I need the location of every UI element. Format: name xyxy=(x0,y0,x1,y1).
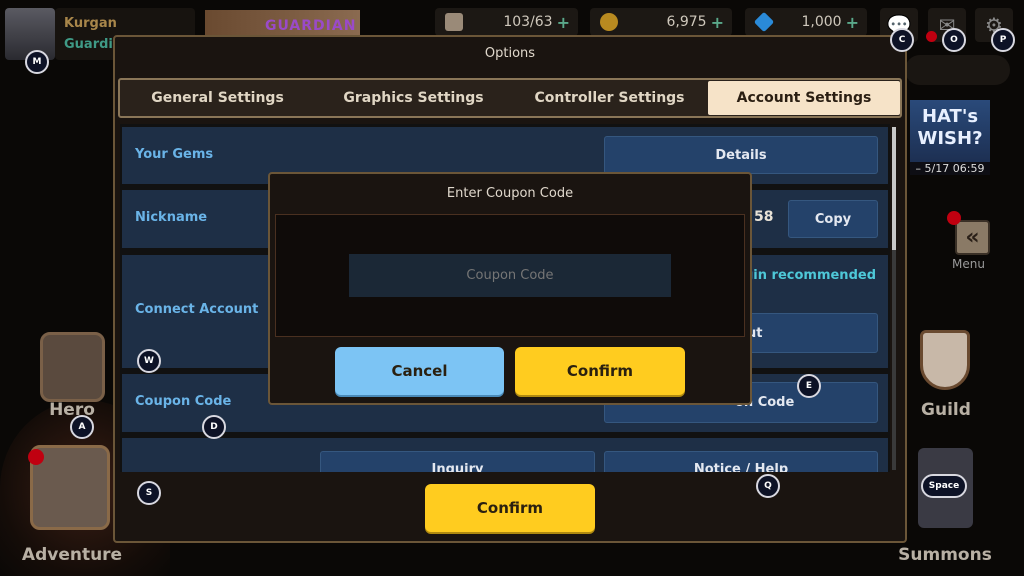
plus-icon[interactable]: + xyxy=(711,13,724,32)
gem-value: 1,000 xyxy=(801,14,842,30)
guardian-banner[interactable]: GUARDIAN xyxy=(205,10,360,36)
plus-icon[interactable]: + xyxy=(846,13,859,32)
gem-icon xyxy=(753,11,775,33)
player-name: Kurgan xyxy=(64,16,117,31)
your-gems-label: Your Gems xyxy=(135,147,214,162)
key-hint-c: C xyxy=(890,28,914,52)
options-title: Options xyxy=(484,46,536,61)
copy-button[interactable]: Copy xyxy=(788,200,878,238)
key-hint-q: Q xyxy=(756,474,780,498)
menu-button[interactable]: « xyxy=(955,220,990,255)
options-tabs: General Settings Graphics Settings Contr… xyxy=(118,78,902,118)
coupon-code-label: Coupon Code xyxy=(135,394,232,409)
menu-dot xyxy=(947,211,961,225)
gold-counter[interactable]: 6,975 + xyxy=(590,8,732,36)
coffee-icon xyxy=(445,13,463,31)
gem-counter[interactable]: 1,000 + xyxy=(745,8,867,36)
guild-icon[interactable] xyxy=(920,330,970,390)
login-recommended-hint: ogin recommended xyxy=(735,268,876,283)
plus-icon[interactable]: + xyxy=(557,13,570,32)
options-confirm-button[interactable]: Confirm xyxy=(425,484,595,532)
key-hint-s: S xyxy=(137,481,161,505)
tab-controller-settings[interactable]: Controller Settings xyxy=(512,80,707,116)
cancel-button[interactable]: Cancel xyxy=(335,347,504,395)
nickname-value: 58 xyxy=(754,209,774,225)
adventure-label[interactable]: Adventure xyxy=(14,545,130,565)
adventure-dot xyxy=(28,449,44,465)
gold-coin-icon xyxy=(600,13,618,31)
nickname-label: Nickname xyxy=(135,210,208,225)
gold-value: 6,975 xyxy=(666,14,707,30)
stamina-value: 103/63 xyxy=(503,14,553,30)
key-hint-d: D xyxy=(202,415,226,439)
stamina-counter[interactable]: 103/63 + xyxy=(435,8,578,36)
search-bar-bg xyxy=(905,55,1010,85)
scrollbar-thumb[interactable] xyxy=(892,127,896,250)
notice-help-button[interactable]: Notice / Help xyxy=(604,451,878,472)
notification-dot xyxy=(926,31,937,42)
key-hint-w: W xyxy=(137,349,161,373)
key-hint-space: Space xyxy=(921,474,967,498)
key-hint-m: M xyxy=(25,50,49,74)
row-support: Inquiry Notice / Help xyxy=(122,438,888,472)
hero-icon[interactable] xyxy=(40,332,105,402)
key-hint-a: A xyxy=(70,415,94,439)
coupon-code-input[interactable] xyxy=(349,254,671,297)
event-title: HAT's WISH? xyxy=(917,106,983,149)
event-banner[interactable]: HAT's WISH? – 5/17 06:59 xyxy=(910,100,990,175)
banner-text: GUARDIAN xyxy=(265,18,357,34)
hero-label[interactable]: Hero xyxy=(36,400,108,420)
coupon-dialog: Enter Coupon Code Cancel Confirm xyxy=(268,172,752,405)
tab-general-settings[interactable]: General Settings xyxy=(120,80,315,116)
menu-label: Menu xyxy=(952,257,985,271)
event-time: – 5/17 06:59 xyxy=(910,162,990,175)
guild-label[interactable]: Guild xyxy=(908,400,984,420)
double-chevron-left-icon: « xyxy=(965,225,980,250)
tab-account-settings[interactable]: Account Settings xyxy=(708,81,900,115)
key-hint-o: O xyxy=(942,28,966,52)
settings-scrollbar[interactable] xyxy=(892,127,896,470)
coupon-confirm-button[interactable]: Confirm xyxy=(515,347,685,395)
connect-account-label: Connect Account xyxy=(135,302,259,317)
details-button[interactable]: Details xyxy=(604,136,878,174)
coupon-dialog-title: Enter Coupon Code xyxy=(446,186,574,201)
inquiry-button[interactable]: Inquiry xyxy=(320,451,595,472)
key-hint-p: P xyxy=(991,28,1015,52)
tab-graphics-settings[interactable]: Graphics Settings xyxy=(315,80,512,116)
summons-label[interactable]: Summons xyxy=(888,545,1002,565)
key-hint-e: E xyxy=(797,374,821,398)
